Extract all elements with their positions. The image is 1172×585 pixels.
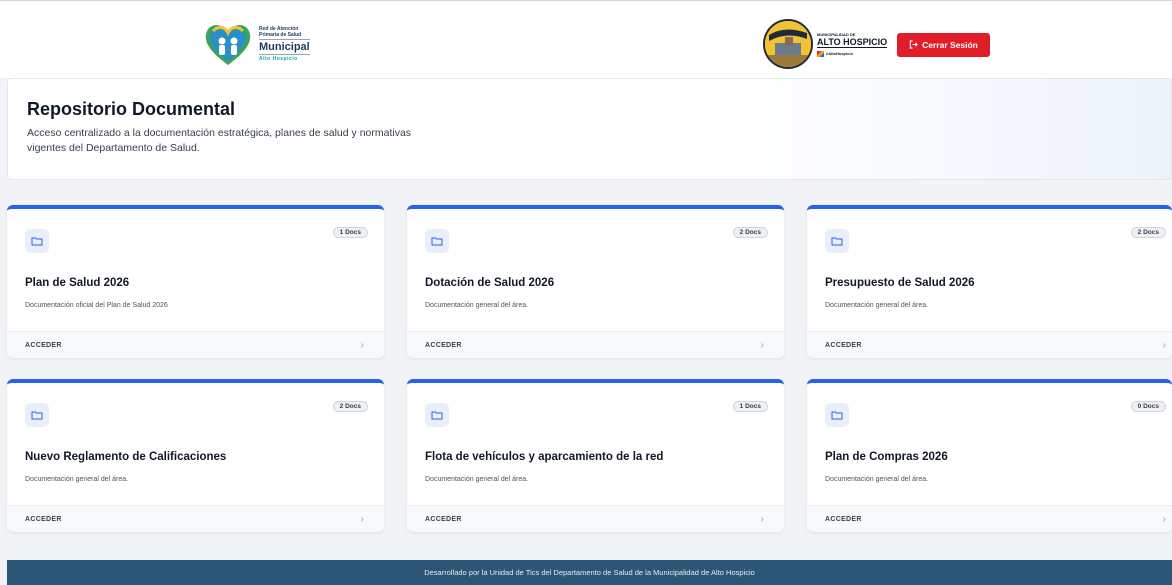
folder-icon (425, 403, 449, 427)
top-header: Red de Atención Primaria de Salud Munici… (0, 0, 1172, 78)
card-description: Documentación general del área. (825, 302, 929, 309)
document-card[interactable]: 2 Docs Presupuesto de Salud 2026 Documen… (807, 205, 1172, 358)
folder-icon (425, 229, 449, 253)
chevron-right-icon: › (360, 513, 364, 525)
card-title: Plan de Compras 2026 (825, 451, 948, 463)
health-network-logo[interactable]: Red de Atención Primaria de Salud Munici… (203, 21, 310, 67)
folder-icon (825, 229, 849, 253)
municipality-logo[interactable]: MUNICIPALIDAD DE ALTO HOSPICIO #AltoHosp… (763, 19, 888, 69)
doc-count-badge: 0 Docs (1130, 401, 1166, 412)
doc-count-badge: 2 Docs (732, 227, 768, 238)
flag-icon (817, 50, 824, 57)
municipality-seal-icon (763, 19, 813, 69)
chevron-right-icon: › (760, 513, 764, 525)
card-title: Dotación de Salud 2026 (425, 277, 555, 289)
access-label: ACCEDER (25, 341, 62, 349)
access-label: ACCEDER (825, 341, 862, 349)
access-button[interactable]: ACCEDER › (407, 331, 784, 358)
logout-button[interactable]: Cerrar Sesión (897, 33, 990, 57)
heart-logo-icon (203, 21, 253, 67)
doc-count-badge: 2 Docs (332, 401, 368, 412)
chevron-right-icon: › (1162, 513, 1166, 525)
access-button[interactable]: ACCEDER › (7, 331, 384, 358)
muni-name: ALTO HOSPICIO (817, 36, 888, 48)
hero-section: Repositorio Documental Acceso centraliza… (7, 78, 1172, 180)
card-description: Documentación general del área. (25, 476, 129, 483)
logo-line-3: Municipal (259, 39, 310, 55)
health-network-logo-text: Red de Atención Primaria de Salud Munici… (259, 26, 310, 62)
access-button[interactable]: ACCEDER › (407, 505, 784, 532)
card-title: Plan de Salud 2026 (25, 277, 130, 289)
card-title: Presupuesto de Salud 2026 (825, 277, 975, 289)
access-label: ACCEDER (825, 515, 862, 523)
access-button[interactable]: ACCEDER › (7, 505, 384, 532)
logo-line-2: Primaria de Salud (259, 32, 302, 38)
muni-tag-text: #AltoHospicio (826, 51, 853, 56)
document-card[interactable]: 2 Docs Nuevo Reglamento de Calificacione… (7, 379, 384, 532)
card-description: Documentación general del área. (425, 476, 529, 483)
doc-count-badge: 1 Docs (332, 227, 368, 238)
muni-tag: #AltoHospicio (817, 50, 887, 57)
document-card[interactable]: 0 Docs Plan de Compras 2026 Documentació… (807, 379, 1172, 532)
access-label: ACCEDER (25, 515, 62, 523)
card-description: Documentación general del área. (825, 476, 929, 483)
doc-count-badge: 2 Docs (1130, 227, 1166, 238)
card-title: Flota de vehículos y aparcamiento de la … (425, 451, 664, 463)
card-description: Documentación general del área. (425, 302, 529, 309)
folder-icon (25, 403, 49, 427)
document-card[interactable]: 2 Docs Dotación de Salud 2026 Documentac… (407, 205, 784, 358)
logo-line-4: Alto Hospicio (259, 56, 298, 62)
card-title: Nuevo Reglamento de Calificaciones (25, 451, 227, 463)
folder-icon (25, 229, 49, 253)
access-button[interactable]: ACCEDER › (807, 505, 1172, 532)
logout-label: Cerrar Sesión (922, 40, 978, 50)
chevron-right-icon: › (760, 339, 764, 351)
logout-icon (909, 39, 918, 51)
document-card[interactable]: 1 Docs Plan de Salud 2026 Documentación … (7, 205, 384, 358)
footer-text: Desarrollado por la Unidad de Tics del D… (424, 568, 755, 577)
document-card[interactable]: 1 Docs Flota de vehículos y aparcamiento… (407, 379, 784, 532)
folder-icon (825, 403, 849, 427)
page-description: Acceso centralizado a la documentación e… (27, 127, 412, 154)
chevron-right-icon: › (1162, 339, 1166, 351)
doc-count-badge: 1 Docs (732, 401, 768, 412)
page-footer: Desarrollado por la Unidad de Tics del D… (7, 560, 1172, 585)
access-button[interactable]: ACCEDER › (807, 331, 1172, 358)
municipality-logo-text: MUNICIPALIDAD DE ALTO HOSPICIO #AltoHosp… (817, 32, 888, 57)
card-description: Documentación oficial del Plan de Salud … (25, 302, 168, 309)
access-label: ACCEDER (425, 341, 462, 349)
page-title: Repositorio Documental (27, 99, 236, 119)
chevron-right-icon: › (360, 339, 364, 351)
access-label: ACCEDER (425, 515, 462, 523)
